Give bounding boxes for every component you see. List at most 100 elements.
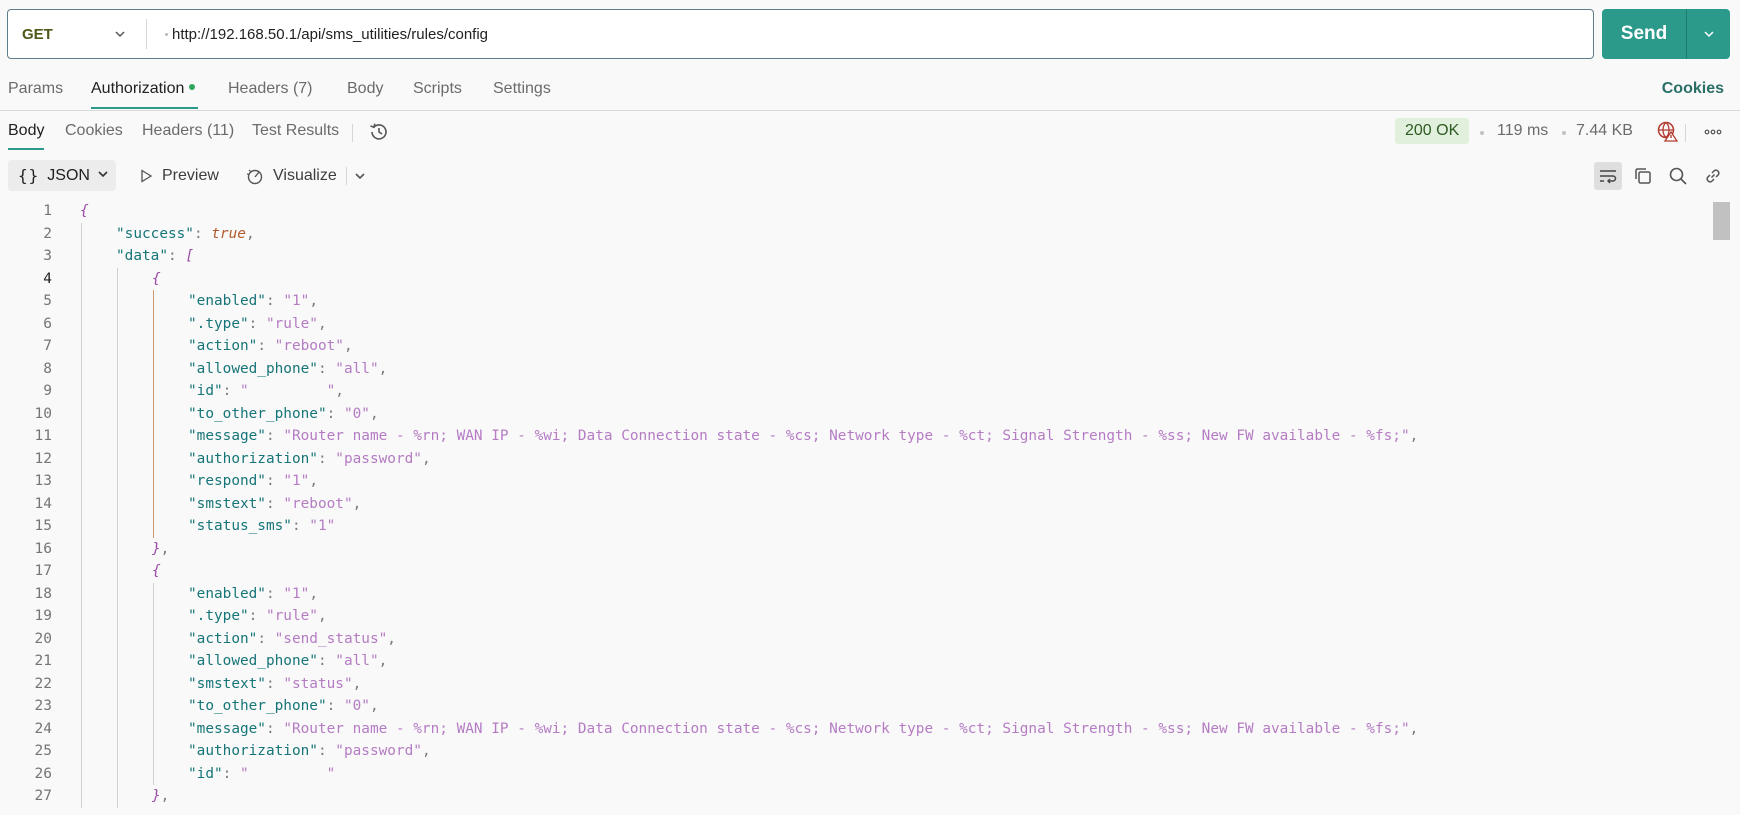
code-token: "authorization": [188, 450, 318, 467]
code-token: {: [80, 203, 89, 219]
code-token: "success": [116, 225, 194, 242]
response-time[interactable]: 119 ms: [1497, 122, 1548, 140]
code-line: 26 "id": " ": [0, 763, 1712, 786]
tab-body[interactable]: Body: [347, 80, 383, 98]
code-line: 8 "allowed_phone": "all",: [0, 358, 1712, 381]
line-number: 27: [34, 788, 52, 804]
editor-scrollbar-track[interactable]: [1712, 200, 1732, 815]
code-line: 3 "data": [: [0, 245, 1712, 268]
code-token: "rule": [265, 608, 318, 624]
code-token: "status_sms": [188, 518, 292, 534]
code-line: 18 "enabled": "1",: [0, 583, 1712, 606]
more-options-icon[interactable]: [1703, 124, 1723, 145]
response-body-editor[interactable]: 1{2 "success": true, 3 "data": [4{5 "enabled…: [0, 200, 1712, 815]
code-token: "Router name - %rn; WAN IP - %wi; Data C…: [283, 720, 1410, 737]
tab-scripts[interactable]: Scripts: [413, 80, 462, 98]
code-line: 23 "to_other_phone": "0",: [0, 695, 1712, 718]
search-button[interactable]: [1664, 162, 1692, 190]
tab-authorization[interactable]: Authorization: [91, 80, 196, 98]
response-tabs-divider: [352, 124, 353, 142]
code-token: ,: [1409, 428, 1419, 444]
wrap-lines-button[interactable]: [1594, 162, 1622, 190]
cookies-link[interactable]: Cookies: [1662, 80, 1724, 98]
network-warning-icon[interactable]: [1656, 120, 1679, 147]
code-token: :: [257, 338, 275, 354]
code-token: ,: [317, 608, 327, 624]
code-token: :: [193, 225, 212, 242]
code-line: 14 "smstext": "reboot",: [0, 493, 1712, 516]
code-token: "message": [188, 720, 266, 737]
visualize-button[interactable]: Visualize: [245, 160, 337, 191]
code-token: "allowed_phone": [188, 360, 318, 377]
meta-separator-dot: [1562, 131, 1566, 135]
format-select[interactable]: {} JSON: [8, 160, 116, 191]
method-select[interactable]: GET: [8, 10, 146, 58]
code-token: :: [326, 698, 344, 714]
code-token: [: [185, 248, 194, 264]
tab-params[interactable]: Params: [8, 80, 63, 98]
line-number: 9: [43, 383, 52, 399]
code-token: "action": [188, 630, 258, 647]
tab-authorization-label: Authorization: [91, 80, 185, 97]
response-size[interactable]: 7.44 KB: [1576, 122, 1633, 140]
chevron-down-icon: [114, 27, 126, 44]
code-token: " ": [239, 383, 336, 399]
line-number: 16: [34, 540, 52, 557]
code-token: true: [211, 225, 246, 242]
preview-button[interactable]: Preview: [138, 160, 219, 191]
status-badge[interactable]: 200 OK: [1395, 118, 1470, 144]
code-text: "respond": "1",: [188, 470, 318, 493]
response-tab-body[interactable]: Body: [8, 122, 44, 140]
code-token: "authorization": [188, 743, 318, 759]
line-number: 3: [43, 248, 52, 264]
active-indicator-dot: [189, 83, 196, 90]
code-token: ,: [352, 675, 362, 692]
code-token: ,: [309, 293, 318, 309]
visualize-icon: [246, 169, 263, 184]
code-text: ".type": "rule",: [188, 605, 327, 628]
code-token: "reboot": [283, 495, 353, 512]
tab-headers-label: Headers: [228, 80, 289, 97]
code-token: "1": [309, 518, 336, 534]
code-token: :: [317, 450, 336, 467]
code-text: "smstext": "status",: [188, 673, 361, 696]
url-text: http://192.168.50.1/api/sms_utilities/ru…: [172, 25, 489, 43]
code-token: :: [326, 405, 344, 422]
url-input[interactable]: http://192.168.50.1/api/sms_utilities/ru…: [147, 26, 488, 43]
line-number: 21: [34, 653, 52, 669]
link-button[interactable]: [1699, 162, 1727, 190]
code-token: ,: [387, 630, 396, 647]
tab-settings[interactable]: Settings: [493, 80, 551, 98]
code-line: 25 "authorization": "password",: [0, 740, 1712, 763]
code-token: "smstext": [188, 495, 266, 512]
line-number: 7: [43, 338, 52, 354]
code-text: {: [152, 268, 161, 291]
line-number: 19: [34, 608, 52, 624]
line-number: 10: [34, 405, 52, 422]
response-tab-cookies[interactable]: Cookies: [65, 122, 123, 140]
code-token: :: [265, 720, 284, 737]
response-tab-test-results[interactable]: Test Results: [252, 122, 339, 140]
line-number: 22: [34, 675, 52, 692]
code-text: "data": [: [116, 245, 194, 268]
send-button[interactable]: Send: [1602, 23, 1686, 45]
code-token: ,: [369, 698, 379, 714]
send-options-button[interactable]: [1687, 28, 1730, 40]
tab-headers[interactable]: Headers (7): [228, 80, 313, 98]
code-token: "action": [188, 338, 258, 354]
active-response-tab-underline: [8, 148, 44, 150]
response-tab-headers[interactable]: Headers (11): [142, 122, 234, 140]
visualize-label: Visualize: [273, 166, 337, 184]
code-token: "enabled": [188, 585, 266, 602]
code-line: 4{: [0, 268, 1712, 291]
visualize-options-button[interactable]: [354, 160, 366, 191]
history-icon[interactable]: [368, 121, 390, 148]
line-number: 5: [43, 293, 52, 309]
preview-label: Preview: [162, 166, 219, 184]
copy-button[interactable]: [1629, 162, 1657, 190]
method-label: GET: [22, 25, 53, 43]
chevron-down-icon: [97, 167, 109, 185]
code-token: ,: [160, 788, 170, 804]
code-token: }: [152, 788, 161, 804]
editor-scrollbar-thumb[interactable]: [1713, 202, 1730, 240]
